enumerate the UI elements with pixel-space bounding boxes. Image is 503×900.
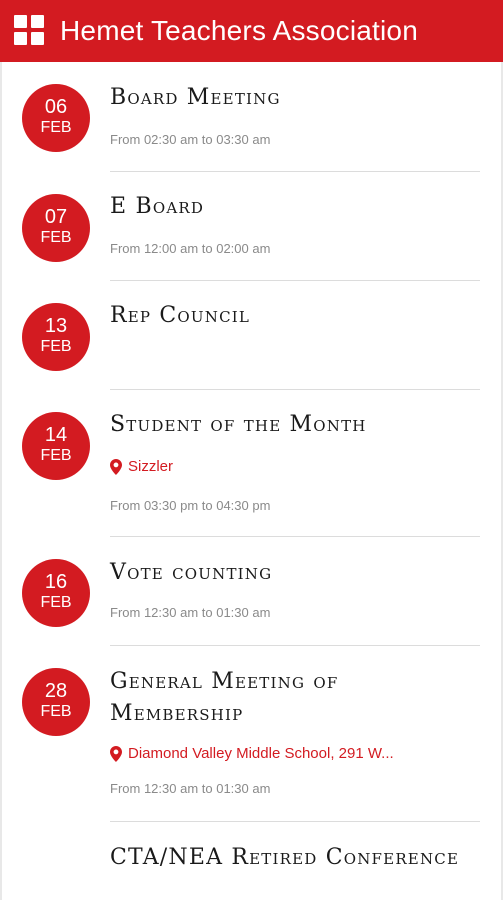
- date-day: 06: [44, 96, 68, 118]
- date-month: FEB: [40, 338, 72, 355]
- pin-icon: [110, 458, 122, 475]
- app-title: Hemet Teachers Association: [60, 15, 418, 46]
- event-title: Board Meeting: [110, 85, 281, 110]
- event-time: From 12:30 am to 01:30 am: [110, 605, 271, 620]
- date-day: 16: [44, 571, 68, 593]
- event-time: From 12:30 am to 01:30 am: [110, 781, 271, 796]
- event-item[interactable]: 14 FEB Student of the Month Sizzler From…: [0, 390, 503, 536]
- event-title: CTA/NEA Retired Conference: [110, 845, 460, 870]
- date-day: 13: [44, 315, 68, 337]
- date-badge: 14 FEB: [22, 412, 90, 480]
- date-month: FEB: [40, 119, 72, 136]
- date-month: FEB: [40, 594, 72, 611]
- event-location[interactable]: Diamond Valley Middle School, 291 W...: [110, 745, 394, 762]
- event-title: E Board: [110, 194, 205, 219]
- event-title: General Meeting of Membership: [110, 669, 339, 726]
- date-month: FEB: [40, 447, 72, 464]
- event-time: From 12:00 am to 02:00 am: [110, 241, 271, 256]
- date-month: FEB: [40, 703, 72, 720]
- date-badge: 06 FEB: [22, 84, 90, 152]
- event-item[interactable]: CTA/NEA Retired Conference: [0, 822, 503, 900]
- date-badge: 28 FEB: [22, 668, 90, 736]
- grid-menu-icon[interactable]: [14, 15, 46, 47]
- event-item[interactable]: 13 FEB Rep Council: [0, 281, 503, 389]
- event-location-text: Sizzler: [128, 458, 174, 475]
- event-location-text: Diamond Valley Middle School, 291 W...: [128, 745, 394, 762]
- date-day: 28: [44, 680, 68, 702]
- event-title: Vote counting: [110, 560, 273, 585]
- date-day: 07: [44, 206, 68, 228]
- event-time: From 03:30 pm to 04:30 pm: [110, 498, 271, 513]
- event-title: Rep Council: [110, 303, 251, 328]
- date-badge: 07 FEB: [22, 194, 90, 262]
- pin-icon: [110, 745, 122, 762]
- date-day: 14: [44, 424, 68, 446]
- event-item[interactable]: 16 FEB Vote counting From 12:30 am to 01…: [0, 537, 503, 645]
- date-month: FEB: [40, 229, 72, 246]
- event-title: Student of the Month: [110, 412, 367, 437]
- date-badge: 13 FEB: [22, 303, 90, 371]
- event-item[interactable]: 06 FEB Board Meeting From 02:30 am to 03…: [0, 62, 503, 172]
- event-location[interactable]: Sizzler: [110, 458, 173, 475]
- app-bar: Hemet Teachers Association: [0, 0, 503, 62]
- event-time: From 02:30 am to 03:30 am: [110, 132, 271, 147]
- event-item[interactable]: 28 FEB General Meeting of Membership Dia…: [0, 646, 503, 821]
- event-item[interactable]: 07 FEB E Board From 12:00 am to 02:00 am: [0, 172, 503, 281]
- date-badge: 16 FEB: [22, 559, 90, 627]
